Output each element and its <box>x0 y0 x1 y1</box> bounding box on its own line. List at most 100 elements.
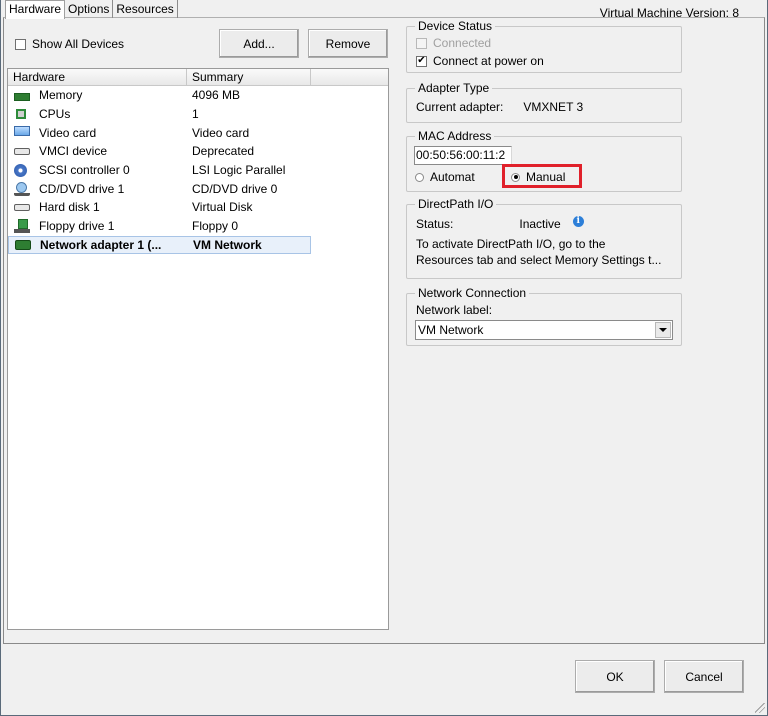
hardware-cell: Network adapter 1 (... <box>9 238 188 252</box>
automatic-radio[interactable]: Automat <box>415 170 475 184</box>
adapter-type-group: Adapter Type Current adapter: VMXNET 3 <box>406 81 682 123</box>
checkbox-box[interactable] <box>15 38 26 50</box>
memory-icon <box>14 92 30 101</box>
mac-address-title: MAC Address <box>415 129 495 143</box>
connect-at-power-on-box[interactable]: ✔ <box>416 55 427 67</box>
network-label-label: Network label: <box>416 303 493 317</box>
scsi-controller-icon <box>14 163 27 177</box>
directpath-title: DirectPath I/O <box>415 197 497 211</box>
cd-dvd-drive-icon <box>14 181 30 196</box>
current-adapter-row: Current adapter: VMXNET 3 <box>416 100 583 114</box>
connected-checkbox-box[interactable] <box>416 37 427 49</box>
hardware-row[interactable]: CD/DVD drive 1 CD/DVD drive 0 <box>8 179 388 198</box>
summary-cell: Video card <box>187 126 249 140</box>
current-adapter-value: VMXNET 3 <box>523 100 584 114</box>
chevron-down-icon[interactable] <box>655 322 671 338</box>
ok-button[interactable]: OK <box>575 660 655 693</box>
hardware-row[interactable]: SCSI controller 0 LSI Logic Parallel <box>8 161 388 180</box>
network-adapter-icon <box>15 239 31 250</box>
manual-label: Manual <box>526 170 566 184</box>
hardware-name: CD/DVD drive 1 <box>39 181 125 196</box>
mac-address-group: MAC Address 00:50:56:00:11:2 Automat Man… <box>406 129 682 192</box>
hardware-summary: 4096 MB <box>192 88 241 103</box>
video-card-icon <box>14 126 30 137</box>
hardware-summary: VM Network <box>193 237 262 252</box>
tab-resources[interactable]: Resources <box>113 0 178 18</box>
cancel-button[interactable]: Cancel <box>664 660 744 693</box>
automatic-radio-circle[interactable] <box>415 172 424 182</box>
automatic-label: Automat <box>430 170 475 184</box>
summary-cell: VM Network <box>188 238 262 252</box>
add-button[interactable]: Add... <box>219 29 299 58</box>
hardware-cell: Video card <box>8 126 187 140</box>
hardware-row[interactable]: Memory 4096 MB <box>8 86 388 105</box>
vmci-device-icon <box>14 147 30 155</box>
hardware-cell: SCSI controller 0 <box>8 163 187 177</box>
hardware-rows: Memory 4096 MB CPUs 1 Video card Video card VM… <box>8 86 388 255</box>
hardware-name: Hard disk 1 <box>39 200 100 215</box>
hardware-summary: Video card <box>192 125 250 140</box>
column-header-summary[interactable]: Summary <box>187 69 311 85</box>
summary-cell: Deprecated <box>187 144 254 158</box>
mac-address-input[interactable]: 00:50:56:00:11:2 <box>414 146 512 165</box>
hardware-name: Memory <box>39 88 83 103</box>
directpath-status-label: Status: <box>416 217 454 231</box>
directpath-status-row: Status: Inactive i <box>416 215 584 231</box>
connect-at-power-on-checkbox[interactable]: ✔ Connect at power on <box>416 54 544 68</box>
hardware-summary: 1 <box>192 107 199 122</box>
hardware-name: CPUs <box>39 107 71 122</box>
network-connection-title: Network Connection <box>415 286 530 300</box>
directpath-message-1: To activate DirectPath I/O, go to the <box>416 237 606 251</box>
tab-bar: Hardware Options Resources <box>5 0 178 19</box>
hardware-name: Floppy drive 1 <box>39 219 115 234</box>
hardware-summary: Floppy 0 <box>192 219 239 234</box>
hardware-cell: CD/DVD drive 1 <box>8 181 187 196</box>
directpath-status-value: Inactive <box>519 217 561 231</box>
hardware-cell: VMCI device <box>8 144 187 158</box>
info-icon[interactable]: i <box>572 215 584 227</box>
summary-cell: LSI Logic Parallel <box>187 163 285 177</box>
network-label-value: VM Network <box>418 323 484 337</box>
vm-version-label: Virtual Machine Version: 8 <box>599 6 739 20</box>
hardware-row[interactable]: Hard disk 1 Virtual Disk <box>8 198 388 217</box>
resize-grip-icon[interactable] <box>755 703 765 713</box>
hardware-row[interactable]: CPUs 1 <box>8 105 388 124</box>
network-connection-group: Network Connection Network label: VM Net… <box>406 286 682 346</box>
summary-cell: 4096 MB <box>187 88 240 102</box>
column-header-filler <box>311 69 388 85</box>
hardware-cell: Floppy drive 1 <box>8 219 187 234</box>
remove-button[interactable]: Remove <box>308 29 388 58</box>
hardware-row[interactable]: Network adapter 1 (... VM Network <box>8 235 311 255</box>
hardware-name: SCSI controller 0 <box>39 163 130 178</box>
manual-radio[interactable]: Manual <box>511 170 565 184</box>
network-label-dropdown[interactable]: VM Network <box>415 320 673 340</box>
show-all-devices-label: Show All Devices <box>32 37 125 51</box>
hardware-name: Network adapter 1 (... <box>40 237 162 252</box>
column-header-hardware[interactable]: Hardware <box>8 69 187 85</box>
tab-hardware[interactable]: Hardware <box>5 0 66 19</box>
hardware-row[interactable]: Floppy drive 1 Floppy 0 <box>8 217 388 236</box>
hardware-summary: Deprecated <box>192 144 255 159</box>
connected-label: Connected <box>433 36 492 50</box>
directpath-message-2: Resources tab and select Memory Settings… <box>416 253 662 267</box>
summary-cell: CD/DVD drive 0 <box>187 182 277 196</box>
summary-cell: Floppy 0 <box>187 219 238 233</box>
hardware-list[interactable]: Hardware Summary Memory 4096 MB CPUs 1 Video… <box>7 68 389 630</box>
show-all-devices-checkbox[interactable]: Show All Devices <box>15 37 124 51</box>
device-status-group: Device Status Connected ✔ Connect at pow… <box>406 19 682 73</box>
connected-checkbox[interactable]: Connected <box>416 36 491 50</box>
device-status-title: Device Status <box>415 19 496 33</box>
hardware-cell: Memory <box>8 88 187 102</box>
list-header: Hardware Summary <box>8 69 388 86</box>
hardware-cell: CPUs <box>8 107 187 121</box>
summary-cell: Virtual Disk <box>187 200 252 214</box>
current-adapter-label: Current adapter: <box>416 100 504 114</box>
manual-radio-circle[interactable] <box>511 172 520 182</box>
hardware-cell: Hard disk 1 <box>8 200 187 214</box>
adapter-type-title: Adapter Type <box>415 81 493 95</box>
hard-disk-icon <box>14 203 30 211</box>
hardware-row[interactable]: VMCI device Deprecated <box>8 142 388 161</box>
tab-options[interactable]: Options <box>65 0 114 18</box>
hardware-row[interactable]: Video card Video card <box>8 123 388 142</box>
hardware-name: Video card <box>39 125 97 140</box>
